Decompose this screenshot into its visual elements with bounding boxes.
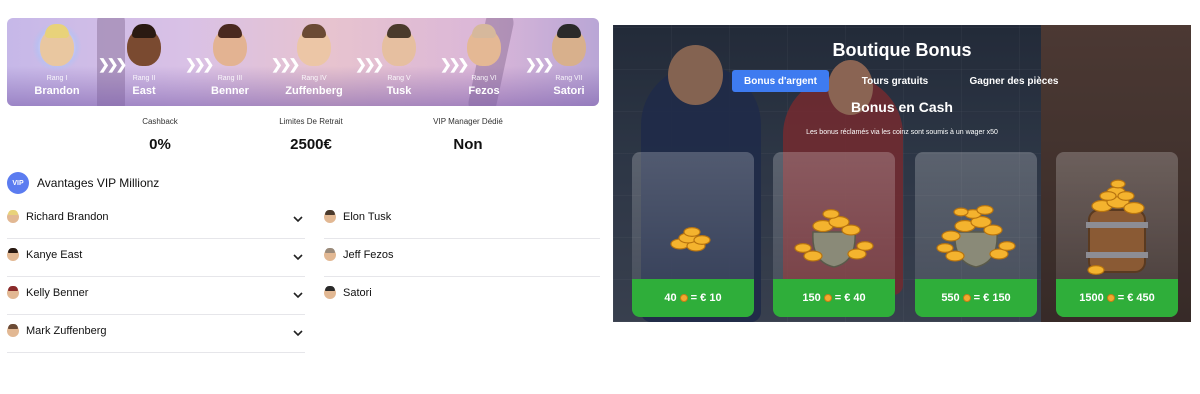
- coin-amount: 40: [664, 292, 677, 304]
- vip-level-name: Satori: [343, 287, 372, 299]
- buy-offer-button[interactable]: 40 = € 10: [632, 279, 754, 317]
- rank-label: Rang IV: [301, 75, 327, 82]
- rank-7: Rang VII Satori: [534, 18, 599, 106]
- coin-sack-large-icon: [915, 152, 1037, 279]
- chevron-down-icon[interactable]: [293, 287, 303, 299]
- coin-icon: [962, 294, 971, 302]
- tab-earn-coins[interactable]: Gagner des pièces: [968, 70, 1060, 92]
- row-divider: [7, 352, 305, 353]
- rank-avatar: [552, 24, 586, 66]
- vip-rank-banner: Rang I Brandon ❯❯❯ Rang II East ❯❯❯ Rang III Be…: [7, 18, 599, 106]
- bonus-offer-card[interactable]: 40 = € 10: [632, 152, 754, 317]
- vip-level-name: Richard Brandon: [26, 211, 109, 223]
- rank-name: Fezos: [468, 85, 500, 97]
- advantages-title: Avantages VIP Millionz: [37, 176, 160, 190]
- shop-title: Boutique Bonus: [832, 40, 972, 60]
- rank-label: Rang VII: [555, 75, 583, 82]
- stat-label: Limites De Retrait: [279, 117, 343, 126]
- rank-avatar: [382, 24, 416, 66]
- rank-name: East: [132, 85, 156, 97]
- coin-sack-icon: [773, 152, 895, 279]
- rank-name: Satori: [553, 85, 585, 97]
- coin-amount: 1500: [1079, 292, 1104, 304]
- rank-avatar: [297, 24, 331, 66]
- vip-level-accordion[interactable]: Mark Zuffenberg: [7, 312, 305, 350]
- user-avatar-icon: [7, 248, 19, 261]
- coin-amount: 550: [941, 292, 960, 304]
- bonus-shop-panel: Boutique Bonus Bonus d'argent Tours gratu…: [613, 25, 1191, 322]
- chevron-down-icon[interactable]: [293, 325, 303, 337]
- coin-barrel-icon: [1056, 152, 1178, 279]
- rank-4: Rang IV Zuffenberg: [279, 18, 349, 106]
- tab-cash-bonus[interactable]: Bonus d'argent: [732, 70, 829, 92]
- coin-icon: [679, 294, 688, 302]
- coin-amount: 150: [802, 292, 821, 304]
- vip-level-accordion[interactable]: Richard Brandon: [7, 198, 305, 236]
- vip-stat: Limites De Retrait 2500€: [236, 117, 386, 153]
- rank-name: Brandon: [34, 85, 80, 97]
- user-avatar-icon: [7, 324, 19, 337]
- buy-offer-button[interactable]: 550 = € 150: [915, 279, 1037, 317]
- vip-level-accordion[interactable]: Kanye East: [7, 236, 305, 274]
- vip-level-name: Kanye East: [26, 249, 83, 261]
- vip-level-name: Kelly Benner: [26, 287, 89, 299]
- user-avatar-icon: [324, 210, 336, 223]
- stat-value: 2500€: [290, 136, 332, 153]
- user-avatar-icon: [324, 248, 336, 261]
- buy-offer-button[interactable]: 150 = € 40: [773, 279, 895, 317]
- rank-label: Rang III: [217, 75, 243, 82]
- vip-level-name: Mark Zuffenberg: [26, 325, 107, 337]
- user-avatar-icon: [7, 210, 19, 223]
- rank-2: Rang II East: [109, 18, 179, 106]
- shop-tabs: Bonus d'argent Tours gratuits Gagner des p…: [613, 70, 1191, 92]
- rank-label: Rang II: [132, 75, 156, 82]
- rank-avatar: [127, 24, 161, 66]
- section-title: Bonus en Cash: [851, 99, 953, 115]
- euro-value: = € 450: [1117, 292, 1155, 304]
- vip-level-name: Elon Tusk: [343, 211, 392, 223]
- buy-offer-button[interactable]: 1500 = € 450: [1056, 279, 1178, 317]
- bonus-offer-card[interactable]: 150 = € 40: [773, 152, 895, 317]
- rank-label: Rang V: [387, 75, 411, 82]
- rank-avatar: [213, 24, 247, 66]
- rank-label: Rang VI: [471, 75, 497, 82]
- vip-level-item: Satori: [324, 274, 600, 312]
- rank-avatar: [40, 24, 74, 66]
- coin-icon: [1106, 294, 1115, 302]
- chevron-down-icon[interactable]: [293, 249, 303, 261]
- stat-value: Non: [453, 136, 483, 153]
- bonus-offer-card[interactable]: 550 = € 150: [915, 152, 1037, 317]
- rank-6: Rang VI Fezos: [449, 18, 519, 106]
- rank-avatar: [467, 24, 501, 66]
- tab-free-spins[interactable]: Tours gratuits: [858, 70, 932, 92]
- stat-label: Cashback: [142, 117, 178, 126]
- vip-level-accordion[interactable]: Kelly Benner: [7, 274, 305, 312]
- small-coin-pile-icon: [632, 152, 754, 279]
- section-subtitle: Les bonus réclamés via les coinz sont so…: [806, 129, 998, 136]
- user-avatar-icon: [324, 286, 336, 299]
- rank-name: Tusk: [386, 85, 412, 97]
- user-avatar-icon: [7, 286, 19, 299]
- advantages-header: VIP Avantages VIP Millionz: [7, 172, 159, 194]
- coin-icon: [823, 294, 832, 302]
- euro-value: = € 10: [690, 292, 722, 304]
- vip-badge-icon: VIP: [7, 172, 29, 194]
- vip-level-name: Jeff Fezos: [343, 249, 394, 261]
- rank-name: Benner: [211, 85, 249, 97]
- euro-value: = € 40: [834, 292, 866, 304]
- vip-stat: VIP Manager Dédié Non: [393, 117, 543, 153]
- rank-3: Rang III Benner: [195, 18, 265, 106]
- rank-label: Rang I: [46, 75, 68, 82]
- vip-stat: Cashback 0%: [85, 117, 235, 153]
- stat-label: VIP Manager Dédié: [433, 117, 503, 126]
- rank-name: Zuffenberg: [285, 85, 343, 97]
- euro-value: = € 150: [973, 292, 1011, 304]
- bonus-offer-card[interactable]: 1500 = € 450: [1056, 152, 1178, 317]
- rank-5: Rang V Tusk: [364, 18, 434, 106]
- chevron-down-icon[interactable]: [293, 211, 303, 223]
- stat-value: 0%: [149, 136, 171, 153]
- vip-level-item: Elon Tusk: [324, 198, 600, 236]
- rank-1: Rang I Brandon: [22, 18, 92, 106]
- vip-level-item: Jeff Fezos: [324, 236, 600, 274]
